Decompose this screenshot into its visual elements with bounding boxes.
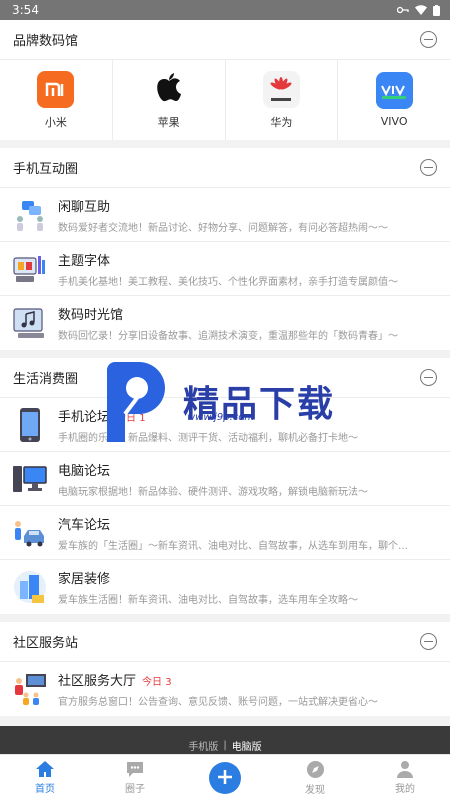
- apple-logo-icon: [150, 71, 187, 108]
- car-people-icon: [12, 515, 48, 551]
- collapse-icon[interactable]: [420, 159, 437, 176]
- forum-desc: 爱车族生活圈！新车资讯、油电对比、自驾故事，选车用车全攻略〜: [58, 595, 358, 606]
- wifi-icon: [415, 5, 427, 15]
- brand-label: VIVO: [380, 115, 408, 128]
- forum-name: 主题字体: [58, 253, 111, 269]
- chat-bubble-people-icon: [12, 197, 48, 233]
- today-count-badge: 今日 3: [142, 677, 172, 688]
- collapse-icon[interactable]: [420, 369, 437, 386]
- tab-circle[interactable]: 圈子: [90, 755, 180, 800]
- huawei-logo-icon: [262, 70, 300, 108]
- service-meeting-icon: [12, 671, 48, 707]
- bottom-tab-bar: 首页 圈子 发现 我的: [0, 754, 450, 800]
- forum-item-computer[interactable]: 电脑论坛 电脑玩家根据地！新品体验、硬件测评、游戏攻略，解锁电脑新玩法〜: [0, 452, 450, 506]
- tab-post[interactable]: [180, 755, 270, 800]
- post-button[interactable]: [209, 761, 241, 794]
- status-bar: 3:54: [0, 0, 450, 20]
- brand-section: 品牌数码馆 小米 苹果 华为 VIVO: [0, 20, 450, 140]
- forum-name: 家居装修: [58, 572, 111, 587]
- brand-item-apple[interactable]: 苹果: [113, 60, 226, 140]
- plus-icon: [218, 769, 232, 784]
- section-title: 品牌数码馆: [13, 34, 79, 49]
- brand-item-xiaomi[interactable]: 小米: [0, 60, 113, 140]
- section-gap: [0, 716, 450, 726]
- forum-desc: 爱车族的「生活圈」〜新车资讯、油电对比、自驾故事，从选车到用车，聊个…: [58, 540, 408, 552]
- tab-label: 圈子: [125, 784, 145, 795]
- brand-section-header: 品牌数码馆: [0, 20, 450, 60]
- desktop-computer-icon: [12, 461, 48, 497]
- forum-name: 社区服务大厅: [58, 674, 137, 689]
- tab-profile[interactable]: 我的: [360, 755, 450, 800]
- tab-home[interactable]: 首页: [0, 755, 90, 800]
- brand-item-huawei[interactable]: 华为: [226, 60, 339, 140]
- status-icons: [397, 4, 440, 16]
- brand-label: 华为: [270, 115, 293, 129]
- collapse-icon[interactable]: [420, 31, 437, 48]
- life-section-header: 生活消费圈: [0, 358, 450, 398]
- today-count-badge: 今日 1: [116, 412, 146, 424]
- forum-item-digital-time[interactable]: 数码时光馆 数码回忆录！分享旧设备故事、追溯技术演变，重温那些年的「数码青春」〜: [0, 296, 450, 350]
- xiaomi-logo-icon: [37, 70, 75, 108]
- tab-label: 发现: [305, 784, 325, 796]
- smartphone-icon: [12, 407, 48, 443]
- forum-item-home-decor[interactable]: 家居装修 爱车族生活圈！新车资讯、油电对比、自驾故事，选车用车全攻略〜: [0, 560, 450, 614]
- buildings-icon: [12, 569, 48, 605]
- forum-name: 数码时光馆: [58, 308, 124, 323]
- life-section: 生活消费圈 手机论坛 今日 1 手机圈的乐园！新品爆料、测评干货、活动福利，聊机…: [0, 358, 450, 614]
- section-title: 手机互动圈: [13, 162, 79, 177]
- tab-label: 首页: [35, 784, 55, 795]
- forum-item-phone[interactable]: 手机论坛 今日 1 手机圈的乐园！新品爆料、测评干货、活动福利，聊机必备打卡地〜: [0, 398, 450, 452]
- collapse-icon[interactable]: [420, 633, 437, 650]
- tab-label: 我的: [395, 784, 415, 795]
- forum-name: 闲聊互助: [58, 199, 111, 215]
- brand-grid: 小米 苹果 华为 VIVO: [0, 60, 450, 140]
- section-gap: [0, 614, 450, 622]
- phone-section: 手机互动圈 闲聊互助 数码爱好者交流地！新品讨论、好物分享、问题解答，有问必答超…: [0, 148, 450, 350]
- forum-desc: 电脑玩家根据地！新品体验、硬件测评、游戏攻略，解锁电脑新玩法〜: [58, 486, 368, 498]
- home-icon: [36, 761, 54, 777]
- forum-desc: 手机圈的乐园！新品爆料、测评干货、活动福利，聊机必备打卡地〜: [58, 432, 358, 444]
- forum-desc: 数码爱好者交流地！新品讨论、好物分享、问题解答，有问必答超热闹〜〜: [58, 222, 388, 234]
- forum-name: 汽车论坛: [58, 517, 111, 533]
- user-icon: [397, 761, 413, 778]
- forum-desc: 官方服务总窗口！公告查询、意见反馈、账号问题，一站式解决更省心〜: [58, 697, 378, 708]
- service-section: 社区服务站 社区服务大厅 今日 3 官方服务总窗口！公告查询、意见反馈、账号问题…: [0, 622, 450, 716]
- brand-label: 苹果: [157, 115, 180, 129]
- service-section-header: 社区服务站: [0, 622, 450, 662]
- forum-item-chat[interactable]: 闲聊互助 数码爱好者交流地！新品讨论、好物分享、问题解答，有问必答超热闹〜〜: [0, 188, 450, 242]
- compass-icon: [306, 760, 324, 778]
- section-gap: [0, 350, 450, 358]
- forum-desc: 手机美化基地！美工教程、美化技巧、个性化界面素材，亲手打造专属颜值〜: [58, 276, 398, 288]
- footer-separator: |: [223, 739, 227, 751]
- section-title: 生活消费圈: [13, 372, 79, 387]
- key-icon: [397, 6, 409, 14]
- tab-discover[interactable]: 发现: [270, 755, 360, 800]
- chat-icon: [127, 762, 143, 777]
- section-title: 社区服务站: [13, 636, 79, 651]
- forum-item-theme-font[interactable]: 主题字体 手机美化基地！美工教程、美化技巧、个性化界面素材，亲手打造专属颜值〜: [0, 242, 450, 296]
- forum-item-service-hall[interactable]: 社区服务大厅 今日 3 官方服务总窗口！公告查询、意见反馈、账号问题，一站式解决…: [0, 662, 450, 716]
- mobile-version-link[interactable]: 手机版: [188, 738, 218, 753]
- vivo-logo-icon: [375, 72, 413, 109]
- forum-name: 电脑论坛: [58, 463, 111, 479]
- brand-item-vivo[interactable]: VIVO: [338, 60, 450, 140]
- phone-section-header: 手机互动圈: [0, 148, 450, 188]
- section-gap: [0, 140, 450, 148]
- status-time: 3:54: [12, 3, 39, 17]
- music-device-icon: [12, 305, 48, 341]
- desktop-version-link[interactable]: 电脑版: [232, 738, 262, 753]
- forum-item-car[interactable]: 汽车论坛 爱车族的「生活圈」〜新车资讯、油电对比、自驾故事，从选车到用车，聊个…: [0, 506, 450, 560]
- brand-label: 小米: [44, 115, 67, 129]
- theme-palette-icon: [12, 251, 48, 287]
- forum-desc: 数码回忆录！分享旧设备故事、追溯技术演变，重温那些年的「数码青春」〜: [58, 331, 398, 342]
- battery-icon: [433, 4, 440, 16]
- forum-name: 手机论坛: [58, 409, 111, 425]
